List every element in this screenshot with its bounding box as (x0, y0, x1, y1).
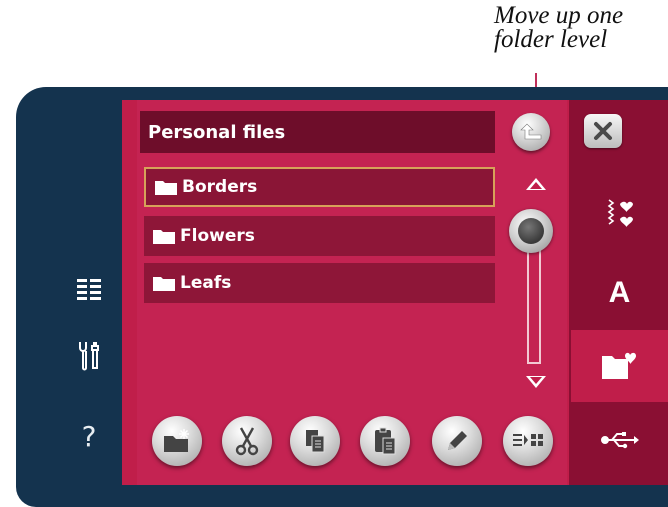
cut-icon (235, 427, 259, 456)
tab-text[interactable]: A (571, 258, 668, 328)
callout-annotation: Move up one folder level (494, 2, 666, 53)
font-icon: A (608, 276, 631, 309)
view-toggle-icon (513, 434, 543, 446)
tab-file-manager[interactable] (571, 330, 668, 402)
list-view-icon[interactable] (76, 275, 102, 303)
folder-icon (152, 274, 176, 292)
tab-usb[interactable] (571, 405, 668, 475)
page-title: Personal files (140, 111, 495, 153)
copy-button[interactable] (290, 416, 340, 466)
help-icon[interactable]: ? (76, 419, 102, 453)
callout-line-2: folder level (494, 26, 608, 53)
copy-icon (306, 430, 325, 453)
tab-stitch-menu[interactable] (571, 180, 668, 250)
folder-item-flowers[interactable]: Flowers (144, 216, 495, 256)
scrollbar-thumb[interactable] (509, 209, 553, 253)
folder-up-icon (520, 123, 542, 140)
close-button[interactable] (584, 114, 622, 148)
usb-icon (600, 432, 639, 449)
paste-button[interactable] (360, 416, 410, 466)
new-folder-icon (164, 429, 189, 452)
file-manager-icon (601, 352, 636, 379)
folder-icon (154, 178, 178, 196)
rename-button[interactable] (432, 416, 482, 466)
scroll-down-arrow[interactable] (526, 376, 546, 388)
rename-icon (448, 431, 467, 450)
scrollbar-track[interactable] (527, 244, 541, 364)
callout-line-1: Move up one (494, 2, 624, 29)
folder-up-button[interactable] (512, 113, 550, 151)
page-title-text: Personal files (148, 121, 286, 143)
folder-item-leafs[interactable]: Leafs (144, 263, 495, 303)
scroll-up-arrow[interactable] (526, 178, 546, 190)
help-label: ? (81, 419, 97, 453)
folder-label: Flowers (180, 226, 255, 246)
folder-item-borders[interactable]: Borders (144, 167, 495, 207)
folder-label: Leafs (180, 273, 232, 293)
cut-button[interactable] (222, 416, 272, 466)
tools-icon[interactable] (76, 342, 102, 371)
new-folder-button[interactable] (152, 416, 202, 466)
stitch-menu-icon (607, 199, 633, 227)
paste-icon (375, 427, 396, 455)
folder-label: Borders (182, 177, 258, 197)
folder-icon (152, 227, 176, 245)
close-icon (594, 122, 612, 140)
view-toggle-button[interactable] (503, 416, 553, 466)
